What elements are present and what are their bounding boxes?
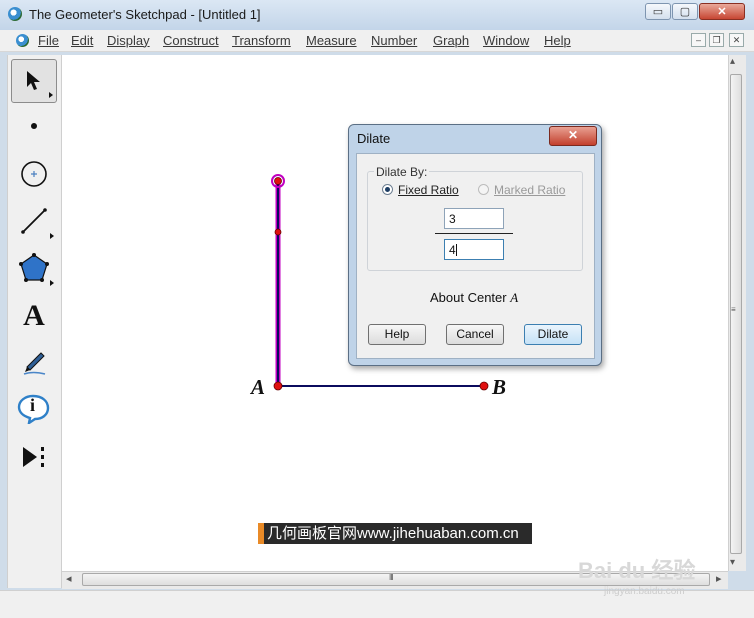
help-button[interactable]: Help (368, 324, 426, 345)
point-b-label[interactable]: B (492, 375, 506, 400)
menu-construct[interactable]: Construct (163, 33, 219, 48)
menu-transform[interactable]: Transform (232, 33, 291, 48)
baidu-jingyan-url: jingyan.baidu.com (604, 586, 685, 597)
text-cursor (455, 244, 457, 256)
mdi-restore-button[interactable]: ❐ (709, 33, 724, 47)
point-tool[interactable] (11, 104, 57, 148)
denominator-value: 4 (449, 243, 456, 257)
numerator-input[interactable]: 3 (444, 208, 504, 229)
marked-ratio-radio (478, 184, 489, 195)
text-tool[interactable]: A (11, 294, 57, 338)
polygon-tool[interactable] (11, 246, 57, 290)
menu-help[interactable]: Help (544, 33, 571, 48)
marked-ratio-label: Marked Ratio (494, 183, 566, 197)
dilate-button[interactable]: Dilate (524, 324, 582, 345)
menu-number[interactable]: Number (371, 33, 417, 48)
mdi-close-button[interactable]: ✕ (729, 33, 744, 47)
custom-tool-play-icon (23, 447, 44, 467)
window-title: The Geometer's Sketchpad - [Untitled 1] (29, 7, 261, 22)
close-button[interactable]: ✕ (699, 3, 745, 20)
straightedge-tool[interactable] (11, 199, 57, 243)
center-point-label: A (510, 290, 519, 305)
website-watermark: 几何画板官网www.jihehuaban.com.cn (258, 523, 532, 544)
select-arrow-icon (27, 71, 40, 90)
point-b[interactable] (479, 381, 489, 391)
scroll-left-arrow[interactable]: ◂ (66, 572, 72, 585)
menu-file[interactable]: File (38, 33, 59, 48)
arrow-tool[interactable] (11, 59, 57, 103)
about-center-text: About Center A (430, 290, 518, 306)
maximize-button[interactable]: ▢ (672, 3, 698, 20)
menu-window[interactable]: Window (483, 33, 529, 48)
menu-display[interactable]: Display (107, 33, 150, 48)
point-a-label[interactable]: A (251, 375, 265, 400)
cancel-button[interactable]: Cancel (446, 324, 504, 345)
information-tool[interactable]: i (11, 387, 57, 431)
fraction-bar (435, 233, 513, 234)
about-center-label: About Center (430, 290, 507, 305)
marker-pen-icon (23, 352, 46, 375)
custom-tool[interactable] (11, 435, 57, 479)
fixed-ratio-radio[interactable] (382, 184, 393, 195)
dilate-by-label: Dilate By: (374, 165, 430, 179)
compass-tool[interactable] (11, 152, 57, 196)
info-i-glyph: i (30, 395, 36, 415)
menu-measure[interactable]: Measure (306, 33, 357, 48)
segment-icon (21, 208, 47, 234)
denominator-input[interactable]: 4 (444, 239, 504, 260)
pentagon-icon (19, 253, 49, 282)
minimize-button[interactable]: ▭ (645, 3, 671, 20)
menu-graph[interactable]: Graph (433, 33, 469, 48)
menu-edit[interactable]: Edit (71, 33, 93, 48)
middle-point[interactable] (274, 228, 282, 236)
top-point[interactable] (274, 177, 282, 185)
scroll-down-arrow[interactable]: ▾ (730, 557, 735, 568)
vertical-scroll-thumb[interactable] (730, 74, 742, 554)
scroll-right-arrow[interactable]: ▸ (716, 572, 722, 585)
fixed-ratio-label[interactable]: Fixed Ratio (398, 183, 459, 197)
vertical-scroll-grip: ≡ (731, 305, 736, 314)
baidu-jingyan-logo: Bai du 经验 (578, 558, 696, 583)
document-icon[interactable] (16, 34, 29, 47)
marker-tool[interactable] (11, 340, 57, 384)
mdi-minimize-button[interactable]: – (691, 33, 706, 47)
point-a[interactable] (273, 381, 283, 391)
watermark-accent (258, 523, 264, 544)
dialog-title: Dilate (357, 131, 391, 146)
dialog-close-button[interactable]: ✕ (549, 126, 597, 146)
horizontal-scroll-grip: III (389, 573, 394, 582)
compass-circle-icon (21, 161, 47, 187)
text-a-icon: A (23, 299, 45, 332)
sketchpad-app-icon (8, 7, 22, 21)
point-icon (31, 123, 37, 129)
scroll-up-arrow[interactable]: ▴ (730, 56, 735, 67)
